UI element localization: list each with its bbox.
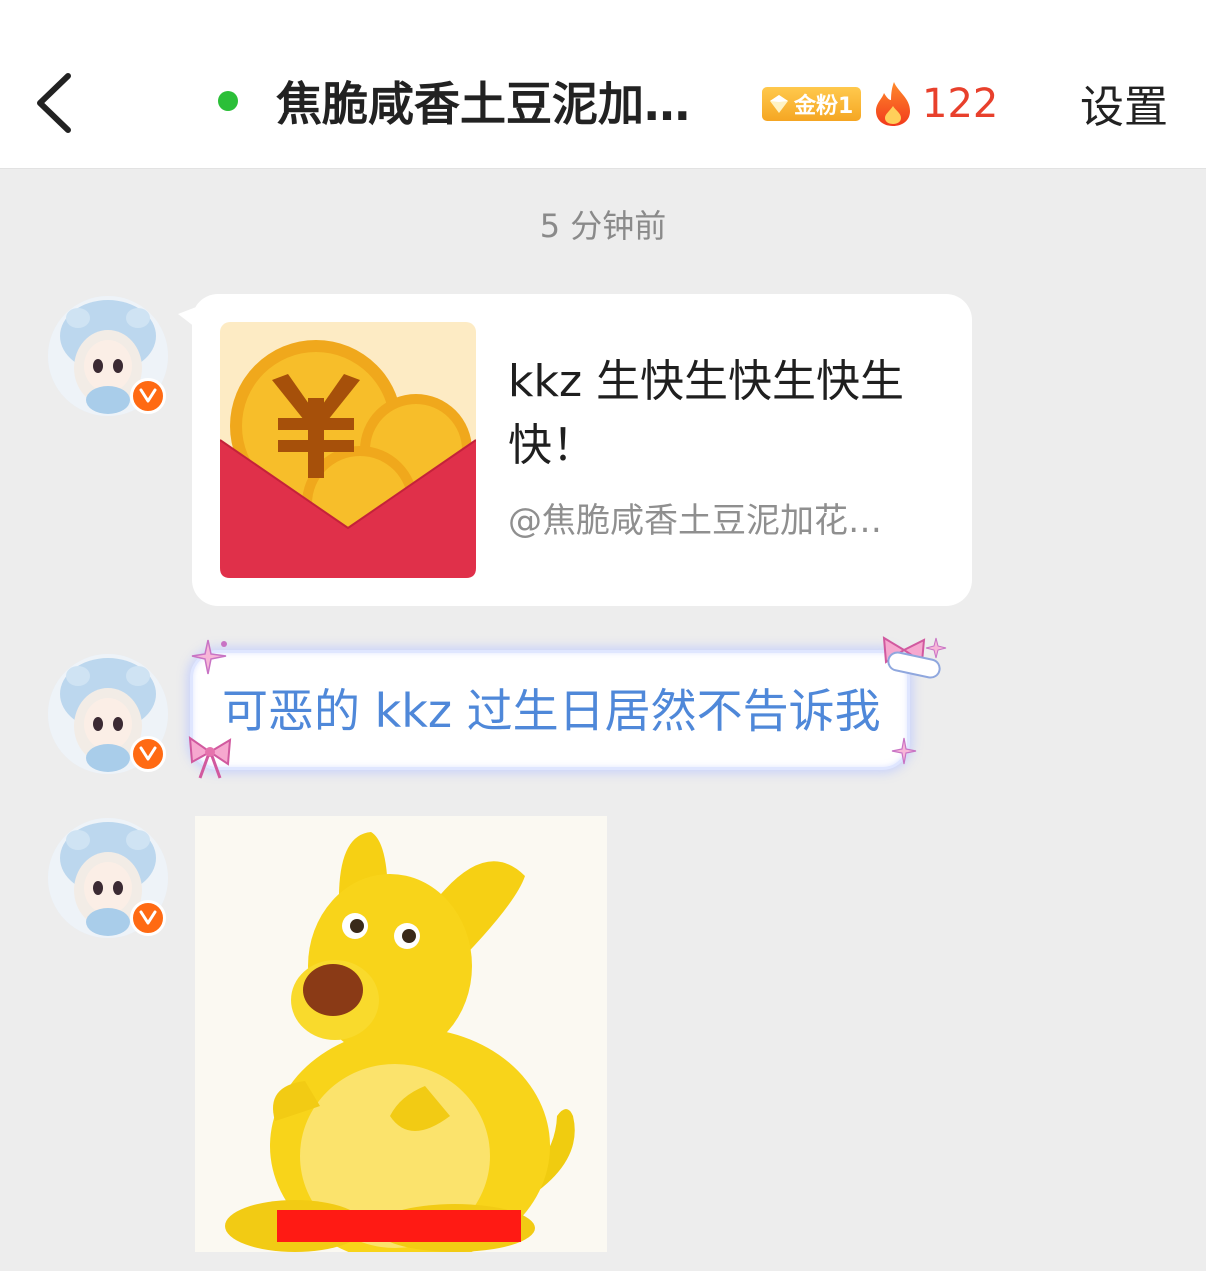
red-packet-text: kkz 生快生快生快生快！ [508, 356, 905, 471]
red-envelope-icon [220, 322, 476, 578]
settings-button[interactable]: 设置 [1080, 78, 1168, 138]
sparkle-icon [891, 737, 917, 765]
back-icon[interactable] [28, 68, 84, 138]
sparkle-icon [191, 639, 227, 675]
message-timestamp: 5 分钟前 [539, 207, 667, 245]
chat-title[interactable]: 焦脆咸香土豆泥加… [276, 74, 736, 134]
ribbon-bow-icon [188, 735, 232, 779]
verified-badge-icon [130, 736, 166, 772]
verified-badge-icon [130, 378, 166, 414]
sender-avatar[interactable] [48, 818, 168, 938]
ribbon-bow-icon [882, 636, 947, 679]
verified-badge-icon [130, 900, 166, 936]
fan-badge-label: 金粉1 [794, 94, 854, 119]
gem-icon [770, 95, 788, 113]
sender-avatar[interactable] [48, 654, 168, 774]
redaction-bar [277, 1210, 521, 1242]
chat-header: 焦脆咸香土豆泥加… 金粉1 122 设置 [0, 0, 1206, 169]
sender-avatar[interactable] [48, 296, 168, 416]
red-packet-sender: @焦脆咸香土豆泥加花… [508, 501, 882, 541]
text-message: 可恶的 kkz 过生日居然不告诉我 [222, 684, 881, 738]
fire-count: 122 [922, 81, 999, 127]
online-status-dot [218, 91, 238, 111]
fire-icon [876, 82, 910, 126]
fan-level-badge[interactable]: 金粉1 [762, 87, 862, 121]
image-message[interactable] [195, 816, 607, 1252]
yellow-kangaroo-image [195, 816, 607, 1252]
